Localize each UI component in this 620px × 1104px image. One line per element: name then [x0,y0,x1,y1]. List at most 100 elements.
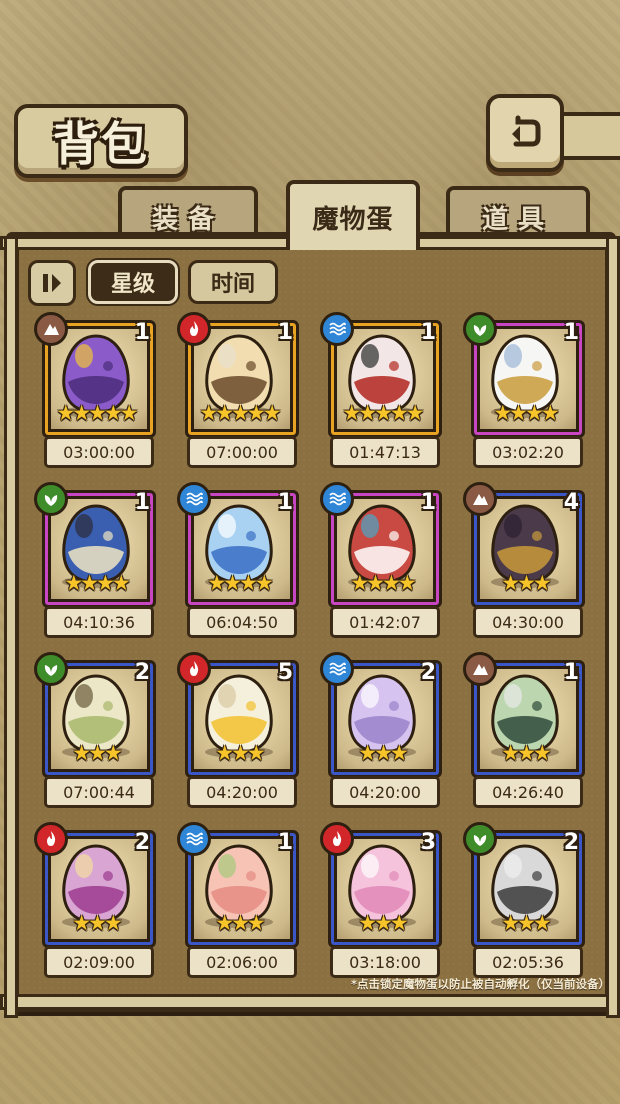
hatch-timer: 02:06:00 [187,946,297,978]
star-rating: ★★★ [501,741,551,765]
hatch-timer: 06:04:50 [187,606,297,638]
hatch-timer: 02:05:36 [473,946,583,978]
frame-left-rail [4,236,18,1018]
back-button-rail [556,112,620,160]
star-rating: ★★★★ [493,401,559,425]
frame-right-rail [606,236,620,1018]
egg-card[interactable]: 1 ★★★ 04:26:40 [463,652,585,812]
hatch-time: 04:20:00 [349,782,421,802]
egg-grid: 1 ★★★★★ 03:00:00 1 ★★★★★ 07:00:00 1 ★★★★… [34,312,588,978]
earth-element-icon [463,652,497,686]
egg-count: 4 [563,490,579,515]
hatch-timer: 04:26:40 [473,776,583,808]
egg-card[interactable]: 2 ★★★ 04:20:00 [320,652,442,812]
egg-count: 1 [563,320,579,345]
earth-element-icon [463,482,497,516]
egg-count: 1 [420,320,436,345]
hatch-timer: 04:30:00 [473,606,583,638]
star-rating: ★★★★★ [342,401,424,425]
star-rating: ★★★ [215,911,265,935]
egg-card[interactable]: 1 ★★★ 02:06:00 [177,822,299,982]
title-plate: 背包 [14,104,188,178]
egg-count: 2 [420,660,436,685]
hatch-time: 03:02:20 [492,442,564,462]
water-element-icon [320,652,354,686]
egg-count: 2 [563,830,579,855]
egg-card[interactable]: 4 ★★★ 04:30:00 [463,482,585,642]
hatch-time: 04:20:00 [206,782,278,802]
hatch-time: 03:18:00 [349,952,421,972]
star-rating: ★★★★ [64,571,130,595]
hatch-timer: 04:10:36 [44,606,154,638]
egg-count: 1 [277,490,293,515]
egg-count: 1 [277,830,293,855]
sort-by-stars-label: 星级 [110,272,155,297]
tab-equipment-label: 装备 [151,204,224,235]
star-rating: ★★★★ [350,571,416,595]
star-rating: ★★★ [501,911,551,935]
tab-items-label: 道具 [481,204,554,235]
star-rating: ★★★★★ [199,401,281,425]
water-element-icon [320,312,354,346]
grass-element-icon [463,312,497,346]
star-rating: ★★★ [215,741,265,765]
tab-monster-eggs[interactable]: 魔物蛋 [286,180,420,250]
hatch-timer: 03:02:20 [473,436,583,468]
star-rating: ★★★ [358,741,408,765]
egg-card[interactable]: 1 ★★★★★ 03:00:00 [34,312,156,472]
egg-card[interactable]: 1 ★★★★★ 01:47:13 [320,312,442,472]
egg-count: 2 [134,830,150,855]
backpack-screen: 背包 装备 魔物蛋 道具 星级 时间 1 ★★★★★ 03:00:00 1 ★★… [0,0,620,1104]
egg-card[interactable]: 1 ★★★★★ 07:00:00 [177,312,299,472]
egg-card[interactable]: 3 ★★★ 03:18:00 [320,822,442,982]
hatch-time: 06:04:50 [206,612,278,632]
sort-by-time-button[interactable]: 时间 [188,260,278,304]
hatch-time: 03:00:00 [63,442,135,462]
hatch-timer: 03:00:00 [44,436,154,468]
back-button[interactable] [486,94,564,172]
egg-count: 2 [134,660,150,685]
egg-count: 1 [563,660,579,685]
hatch-time: 01:42:07 [349,612,421,632]
star-rating: ★★★ [72,911,122,935]
auto-hatch-note: *点击锁定魔物蛋以防止被自动孵化（仅当前设备） [350,977,610,991]
pause-sort-icon [43,274,61,292]
hatch-timer: 07:00:00 [187,436,297,468]
egg-card[interactable]: 1 ★★★★ 01:42:07 [320,482,442,642]
hatch-time: 04:10:36 [63,612,135,632]
egg-card[interactable]: 2 ★★★ 07:00:44 [34,652,156,812]
sort-order-toggle[interactable] [28,260,76,306]
hatch-timer: 02:09:00 [44,946,154,978]
egg-card[interactable]: 1 ★★★★ 03:02:20 [463,312,585,472]
star-rating: ★★★ [72,741,122,765]
fire-element-icon [177,652,211,686]
star-rating: ★★★ [358,911,408,935]
hatch-time: 01:47:13 [349,442,421,462]
egg-card[interactable]: 1 ★★★★ 04:10:36 [34,482,156,642]
earth-element-icon [34,312,68,346]
hatch-timer: 04:20:00 [187,776,297,808]
fire-element-icon [320,822,354,856]
egg-card[interactable]: 5 ★★★ 04:20:00 [177,652,299,812]
sort-by-time-label: 时间 [210,272,255,297]
water-element-icon [320,482,354,516]
egg-count: 1 [134,490,150,515]
hatch-time: 07:00:00 [206,442,278,462]
sort-by-stars-button[interactable]: 星级 [88,260,178,304]
egg-count: 1 [134,320,150,345]
hatch-timer: 01:47:13 [330,436,440,468]
fire-element-icon [34,822,68,856]
hatch-time: 02:05:36 [492,952,564,972]
hatch-time: 02:06:00 [206,952,278,972]
grass-element-icon [463,822,497,856]
hatch-time: 07:00:44 [63,782,135,802]
star-rating: ★★★★★ [56,401,138,425]
water-element-icon [177,482,211,516]
egg-card[interactable]: 1 ★★★★ 06:04:50 [177,482,299,642]
grass-element-icon [34,652,68,686]
hatch-time: 04:30:00 [492,612,564,632]
egg-card[interactable]: 2 ★★★ 02:05:36 [463,822,585,982]
egg-count: 1 [277,320,293,345]
star-rating: ★★★ [501,571,551,595]
egg-card[interactable]: 2 ★★★ 02:09:00 [34,822,156,982]
